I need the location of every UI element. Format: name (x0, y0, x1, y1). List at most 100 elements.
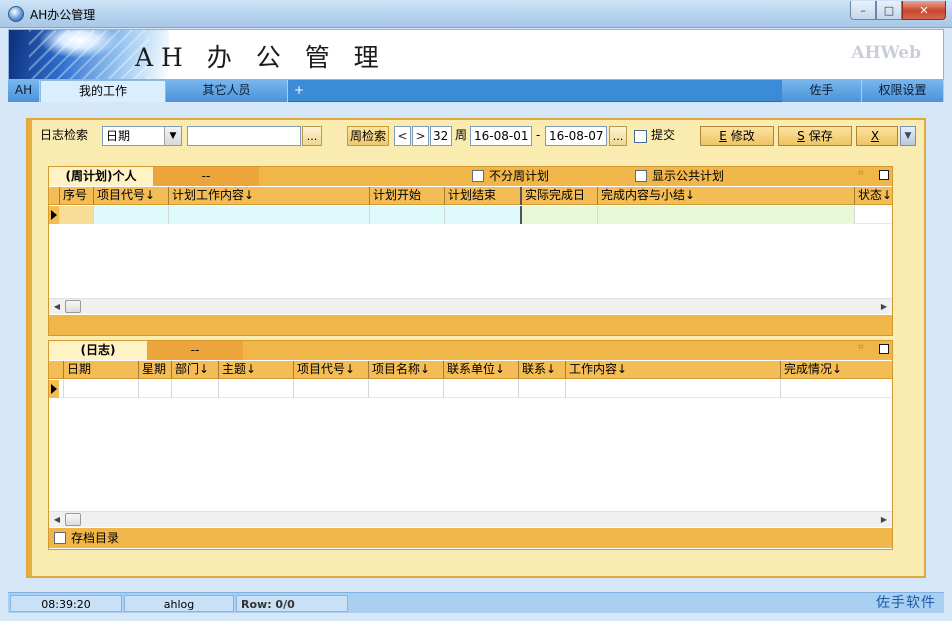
close-window-button[interactable]: ✕ (902, 1, 946, 20)
log-column-header: 日期 星期 部门↓ 主题↓ 项目代号↓ 项目名称↓ 联系单位↓ 联系↓ 工作内容… (49, 361, 892, 379)
table-cell[interactable] (138, 380, 171, 398)
table-cell[interactable] (443, 380, 518, 398)
col-contact-unit[interactable]: 联系单位↓ (443, 361, 518, 379)
minimize-button[interactable]: – (850, 1, 876, 20)
date-from-field[interactable]: 16-08-01 (470, 126, 532, 146)
table-cell[interactable] (171, 380, 218, 398)
search-field-value: 日期 (106, 129, 131, 143)
col-work-content[interactable]: 工作内容↓ (565, 361, 780, 379)
maximize-button[interactable]: □ (876, 1, 902, 20)
scroll-thumb[interactable] (65, 300, 81, 313)
table-cell[interactable] (218, 380, 293, 398)
table-cell[interactable] (368, 380, 443, 398)
archive-label: 存档目录 (71, 531, 120, 545)
table-cell[interactable] (854, 206, 892, 224)
col-status[interactable]: 状态↓ (854, 187, 894, 205)
maximize-panel-icon[interactable] (879, 170, 889, 180)
app-banner: AH 办 公 管 理 AHWeb (8, 29, 944, 80)
current-row-indicator (49, 380, 59, 398)
tab-assistant[interactable]: 佐手 (782, 80, 862, 102)
brand-watermark: AHWeb (851, 43, 921, 63)
pin-icon[interactable]: ⌗ (858, 168, 864, 179)
table-cell[interactable] (168, 206, 369, 224)
col-department[interactable]: 部门↓ (171, 361, 218, 379)
table-cell[interactable] (93, 206, 168, 224)
status-user: ahlog (124, 595, 234, 612)
tab-permission-settings[interactable]: 权限设置 (862, 80, 944, 102)
date-separator: - (536, 128, 541, 142)
table-cell[interactable] (780, 380, 892, 398)
edit-button[interactable]: E 修改 (700, 126, 774, 146)
dropdown-arrow-icon: ▼ (164, 127, 181, 145)
save-button-label: 保存 (808, 129, 833, 143)
tab-log-other[interactable]: -- (147, 341, 243, 360)
prev-week-button[interactable]: < (394, 126, 411, 146)
table-cell[interactable] (444, 206, 520, 224)
table-row[interactable] (49, 380, 892, 398)
tab-weekly-personal[interactable]: (周计划)个人 (49, 167, 153, 186)
table-cell[interactable] (293, 380, 368, 398)
table-cell[interactable] (597, 206, 854, 224)
close-panel-button[interactable]: X (856, 126, 898, 146)
table-cell[interactable] (59, 206, 93, 224)
scroll-left-icon[interactable]: ◀ (49, 512, 65, 528)
status-time: 08:39:20 (10, 595, 122, 612)
tab-my-work[interactable]: 我的工作 (40, 80, 166, 102)
close-hotkey: X (870, 129, 880, 143)
archive-checkbox[interactable] (54, 532, 66, 544)
col-actual-finish[interactable]: 实际完成日 (520, 187, 597, 205)
pin-icon[interactable]: ⌗ (858, 342, 864, 353)
no-weekly-label: 不分周计划 (489, 169, 550, 183)
add-tab-button[interactable]: + (288, 80, 310, 102)
table-cell[interactable] (518, 380, 565, 398)
tab-weekly-other[interactable]: -- (153, 167, 259, 186)
tab-log[interactable]: (日志) (49, 341, 147, 360)
search-field-select[interactable]: 日期 ▼ (102, 126, 182, 146)
maximize-panel-icon[interactable] (879, 344, 889, 354)
col-completion[interactable]: 完成情况↓ (780, 361, 892, 379)
scroll-right-icon[interactable]: ▶ (876, 299, 892, 315)
scroll-left-icon[interactable]: ◀ (49, 299, 65, 315)
chevron-down-icon[interactable]: ▼ (900, 126, 916, 146)
col-weekday[interactable]: 星期 (138, 361, 171, 379)
col-plan-end[interactable]: 计划结束 (444, 187, 520, 205)
scroll-right-icon[interactable]: ▶ (876, 512, 892, 528)
col-plan-content[interactable]: 计划工作内容↓ (168, 187, 369, 205)
search-browse-button[interactable]: ... (302, 126, 322, 146)
table-cell[interactable] (520, 206, 597, 224)
no-weekly-checkbox[interactable] (472, 170, 484, 182)
col-plan-start[interactable]: 计划开始 (369, 187, 444, 205)
current-row-indicator (49, 206, 59, 224)
submit-checkbox[interactable] (634, 130, 647, 143)
date-browse-button[interactable]: ... (609, 126, 627, 146)
search-input[interactable] (187, 126, 301, 146)
col-project-code[interactable]: 项目代号↓ (93, 187, 168, 205)
col-project-code[interactable]: 项目代号↓ (293, 361, 368, 379)
tab-other-staff[interactable]: 其它人员 (166, 80, 288, 102)
log-hscrollbar[interactable]: ◀ ▶ (49, 511, 892, 527)
log-panel: (日志) -- ⌗ 日期 星期 部门↓ 主题↓ 项目代号↓ 项目名称↓ 联系单位… (48, 340, 893, 550)
col-project-name[interactable]: 项目名称↓ (368, 361, 443, 379)
table-cell[interactable] (369, 206, 444, 224)
table-cell[interactable] (63, 380, 138, 398)
show-public-checkbox[interactable] (635, 170, 647, 182)
table-row[interactable] (49, 206, 892, 224)
date-to-field[interactable]: 16-08-07 (545, 126, 607, 146)
window-controls: – □ ✕ (850, 1, 946, 20)
scroll-thumb[interactable] (65, 513, 81, 526)
col-seq[interactable]: 序号 (59, 187, 93, 205)
week-number-field[interactable]: 32 (430, 126, 452, 146)
tab-ah[interactable]: AH (8, 80, 40, 102)
weekly-hscrollbar[interactable]: ◀ ▶ (49, 298, 892, 314)
col-date[interactable]: 日期 (63, 361, 138, 379)
save-button[interactable]: S 保存 (778, 126, 852, 146)
submit-label: 提交 (651, 128, 676, 142)
col-subject[interactable]: 主题↓ (218, 361, 293, 379)
weekly-plan-panel: (周计划)个人 -- 不分周计划 显示公共计划 ⌗ 序号 项目代号↓ 计划工作内… (48, 166, 893, 336)
col-contact[interactable]: 联系↓ (518, 361, 565, 379)
col-summary[interactable]: 完成内容与小结↓ (597, 187, 854, 205)
next-week-button[interactable]: > (412, 126, 429, 146)
weekly-panel-footer (49, 315, 892, 335)
table-cell[interactable] (565, 380, 780, 398)
weekly-plan-header: (周计划)个人 -- 不分周计划 显示公共计划 ⌗ (49, 167, 892, 186)
